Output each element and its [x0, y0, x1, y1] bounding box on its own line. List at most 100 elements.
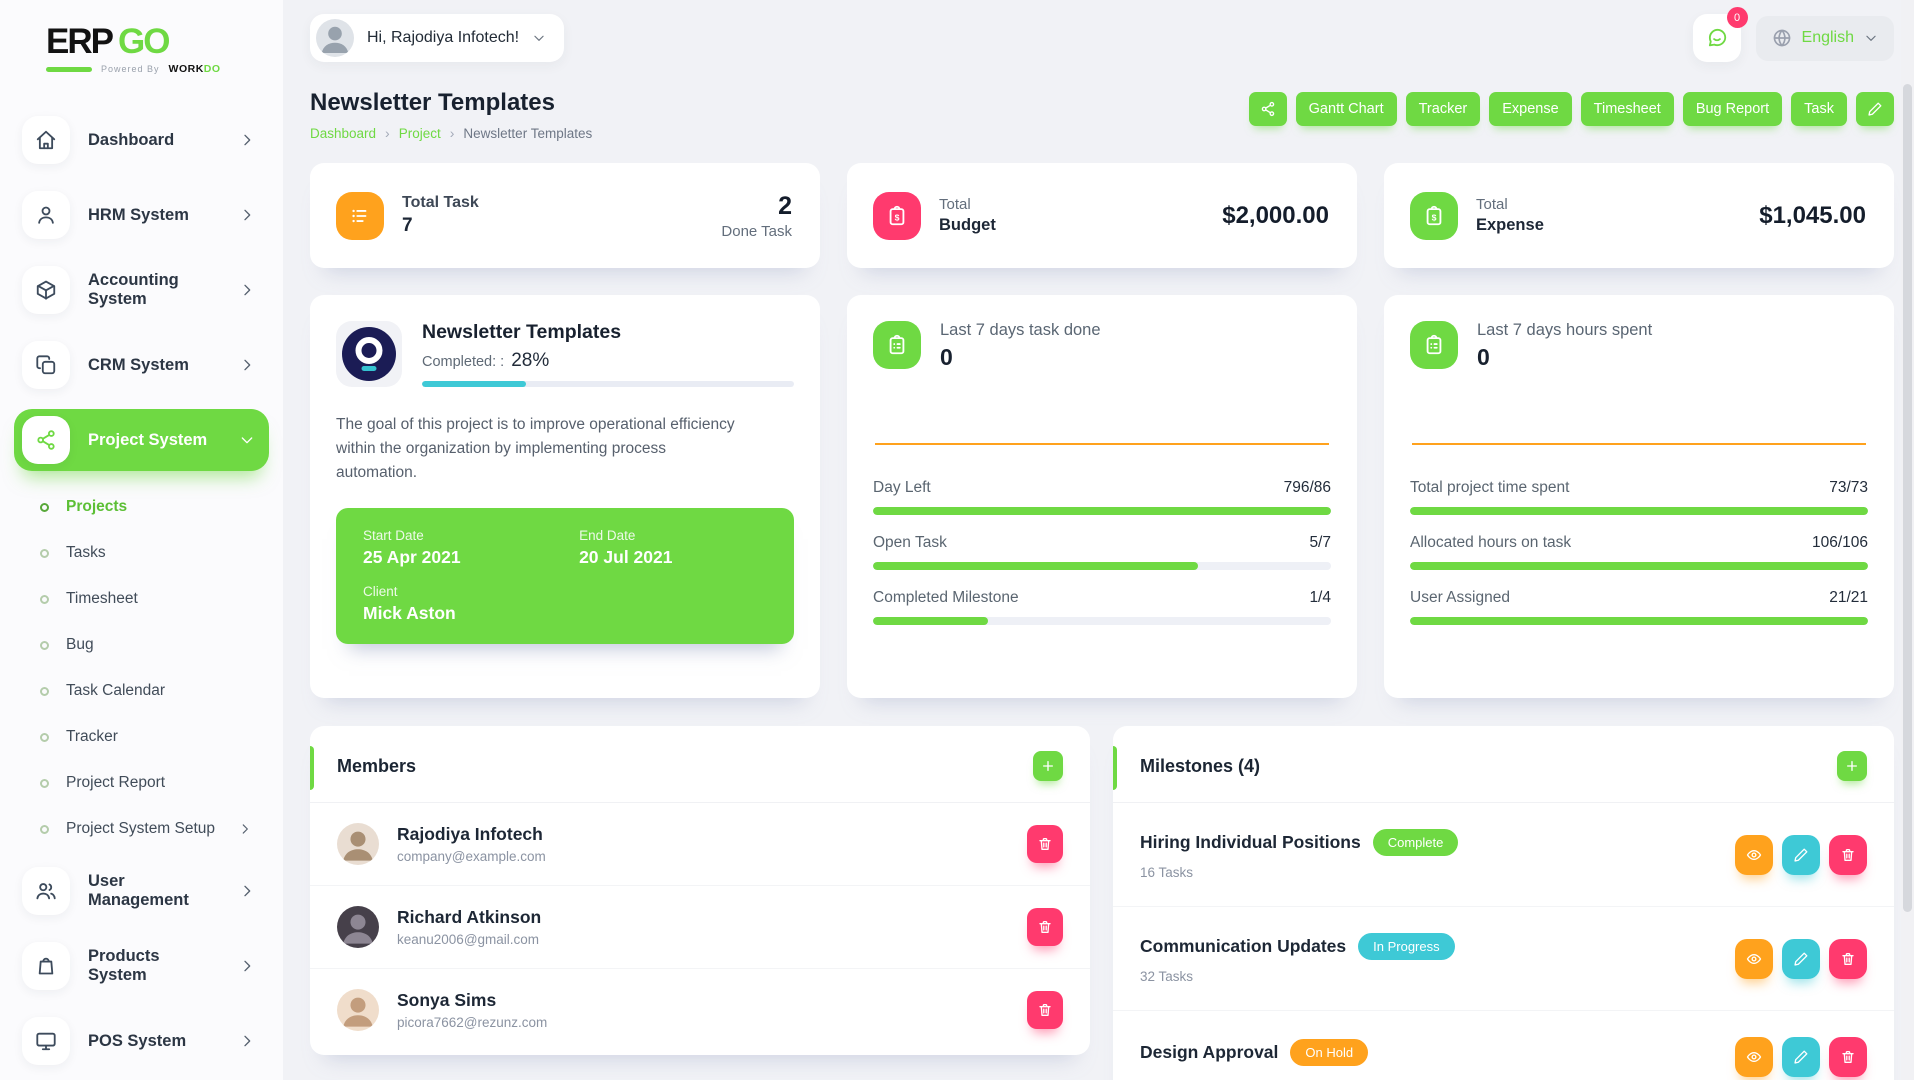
share-button[interactable] [1249, 92, 1287, 126]
member-name: Richard Atkinson [397, 907, 1009, 928]
delete-member-button[interactable] [1027, 825, 1063, 863]
delete-milestone-button[interactable] [1829, 835, 1867, 875]
milestone-row: Design Approval On Hold [1113, 1011, 1894, 1080]
project-dates-panel: Start Date 25 Apr 2021 End Date 20 Jul 2… [336, 508, 794, 644]
members-title: Members [337, 756, 416, 777]
bullet-icon [40, 641, 49, 650]
clipboard-icon [1410, 321, 1458, 369]
bug-report-button[interactable]: Bug Report [1683, 92, 1782, 126]
completed-progress-fill [422, 381, 526, 387]
notification-badge: 0 [1727, 7, 1748, 28]
edit-milestone-button[interactable] [1782, 835, 1820, 875]
page-title: Newsletter Templates [310, 89, 592, 117]
monitor-icon [22, 1017, 70, 1065]
member-email: picora7662@rezunz.com [397, 1015, 1009, 1030]
logo-text-erp: ERP [46, 22, 112, 61]
progress-track [1410, 562, 1868, 570]
sidebar-item-timesheet[interactable]: Timesheet [14, 576, 283, 622]
hours-metric-value: 0 [1477, 344, 1652, 371]
completed-progress-track [422, 381, 794, 387]
sidebar-item-task-calendar[interactable]: Task Calendar [14, 668, 283, 714]
view-milestone-button[interactable] [1735, 939, 1773, 979]
bullet-icon [40, 595, 49, 604]
member-row: Sonya Sims picora7662@rezunz.com [310, 969, 1090, 1051]
chevron-right-icon [239, 883, 255, 899]
logo-text-go: GO [118, 22, 168, 61]
delete-member-button[interactable] [1027, 908, 1063, 946]
members-card: Members Rajodiya Infotech company@exampl… [310, 726, 1090, 1055]
project-overview-card: Newsletter Templates Completed: : 28% Th… [310, 295, 820, 698]
task-button[interactable]: Task [1791, 92, 1847, 126]
edit-button[interactable] [1856, 92, 1894, 126]
sidebar-item-crm-system[interactable]: CRM System [14, 334, 269, 396]
logo-powered-by: Powered By [101, 64, 160, 74]
progress-track [873, 562, 1331, 570]
expense-label-top: Total [1476, 196, 1544, 213]
bullet-icon [40, 733, 49, 742]
sidebar-item-project-report[interactable]: Project Report [14, 760, 283, 806]
sidebar-item-hrm-system[interactable]: HRM System [14, 184, 269, 246]
status-badge: Complete [1373, 829, 1459, 856]
task-metric-title: Last 7 days task done [940, 321, 1101, 340]
logo-underline [46, 67, 92, 72]
bullet-icon [40, 687, 49, 696]
view-milestone-button[interactable] [1735, 835, 1773, 875]
add-milestone-button[interactable] [1837, 751, 1867, 781]
view-milestone-button[interactable] [1735, 1037, 1773, 1077]
messages-button[interactable]: 0 [1693, 14, 1741, 62]
language-label: English [1802, 29, 1854, 47]
user-icon [22, 191, 70, 239]
gantt-chart-button[interactable]: Gantt Chart [1296, 92, 1397, 126]
page-scrollbar[interactable] [1901, 0, 1914, 1080]
user-menu[interactable]: Hi, Rajodiya Infotech! [310, 14, 564, 62]
breadcrumb-separator: › [385, 125, 390, 141]
delete-milestone-button[interactable] [1829, 939, 1867, 979]
delete-member-button[interactable] [1027, 991, 1063, 1029]
total-task-value: 7 [402, 215, 479, 237]
edit-milestone-button[interactable] [1782, 1037, 1820, 1077]
chevron-down-icon [532, 31, 546, 45]
breadcrumb-dashboard[interactable]: Dashboard [310, 126, 376, 141]
start-date-value: 25 Apr 2021 [363, 547, 579, 568]
language-selector[interactable]: English [1756, 16, 1894, 61]
milestone-name: Design Approval [1140, 1042, 1278, 1063]
add-member-button[interactable] [1033, 751, 1063, 781]
sidebar-item-user-management[interactable]: User Management [14, 860, 269, 922]
sidebar-item-projects[interactable]: Projects [14, 484, 283, 530]
sidebar-item-products-system[interactable]: Products System [14, 935, 269, 997]
layers-icon [22, 341, 70, 389]
scrollbar-thumb[interactable] [1903, 84, 1912, 912]
clipboard-icon [873, 321, 921, 369]
stats-row: Total Task 7 2 Done Task Total Budget [310, 163, 1894, 268]
breadcrumb-project[interactable]: Project [399, 126, 441, 141]
sidebar-item-project-system[interactable]: Project System [14, 409, 269, 471]
progress-fill [873, 507, 1331, 515]
delete-milestone-button[interactable] [1829, 1037, 1867, 1077]
progress-fill [873, 562, 1198, 570]
sidebar-item-pos-system[interactable]: POS System [14, 1010, 269, 1072]
erpgo-logo: ERPGO Powered By WORKDO [14, 16, 283, 75]
member-row: Richard Atkinson keanu2006@gmail.com [310, 886, 1090, 969]
total-budget-card: Total Budget $2,000.00 [847, 163, 1357, 268]
member-email: keanu2006@gmail.com [397, 932, 1009, 947]
total-task-label: Total Task [402, 194, 479, 212]
project-logo [336, 321, 402, 387]
sidebar-item-project-system-setup[interactable]: Project System Setup [14, 806, 283, 852]
done-task-value: 2 [721, 192, 792, 221]
sidebar-item-tasks[interactable]: Tasks [14, 530, 283, 576]
sidebar-item-dashboard[interactable]: Dashboard [14, 109, 269, 171]
bullet-icon [40, 503, 49, 512]
sidebar-item-tracker[interactable]: Tracker [14, 714, 283, 760]
sidebar-item-accounting-system[interactable]: Accounting System [14, 259, 269, 321]
member-name: Sonya Sims [397, 990, 1009, 1011]
topbar: Hi, Rajodiya Infotech! 0 English [310, 0, 1894, 62]
timesheet-button[interactable]: Timesheet [1581, 92, 1674, 126]
total-expense-card: Total Expense $1,045.00 [1384, 163, 1894, 268]
tracker-button[interactable]: Tracker [1406, 92, 1481, 126]
edit-milestone-button[interactable] [1782, 939, 1820, 979]
hours-sparkline-chart [1412, 387, 1866, 445]
project-description: The goal of this project is to improve o… [336, 413, 738, 485]
total-task-card: Total Task 7 2 Done Task [310, 163, 820, 268]
expense-button[interactable]: Expense [1489, 92, 1571, 126]
sidebar-item-bug[interactable]: Bug [14, 622, 283, 668]
